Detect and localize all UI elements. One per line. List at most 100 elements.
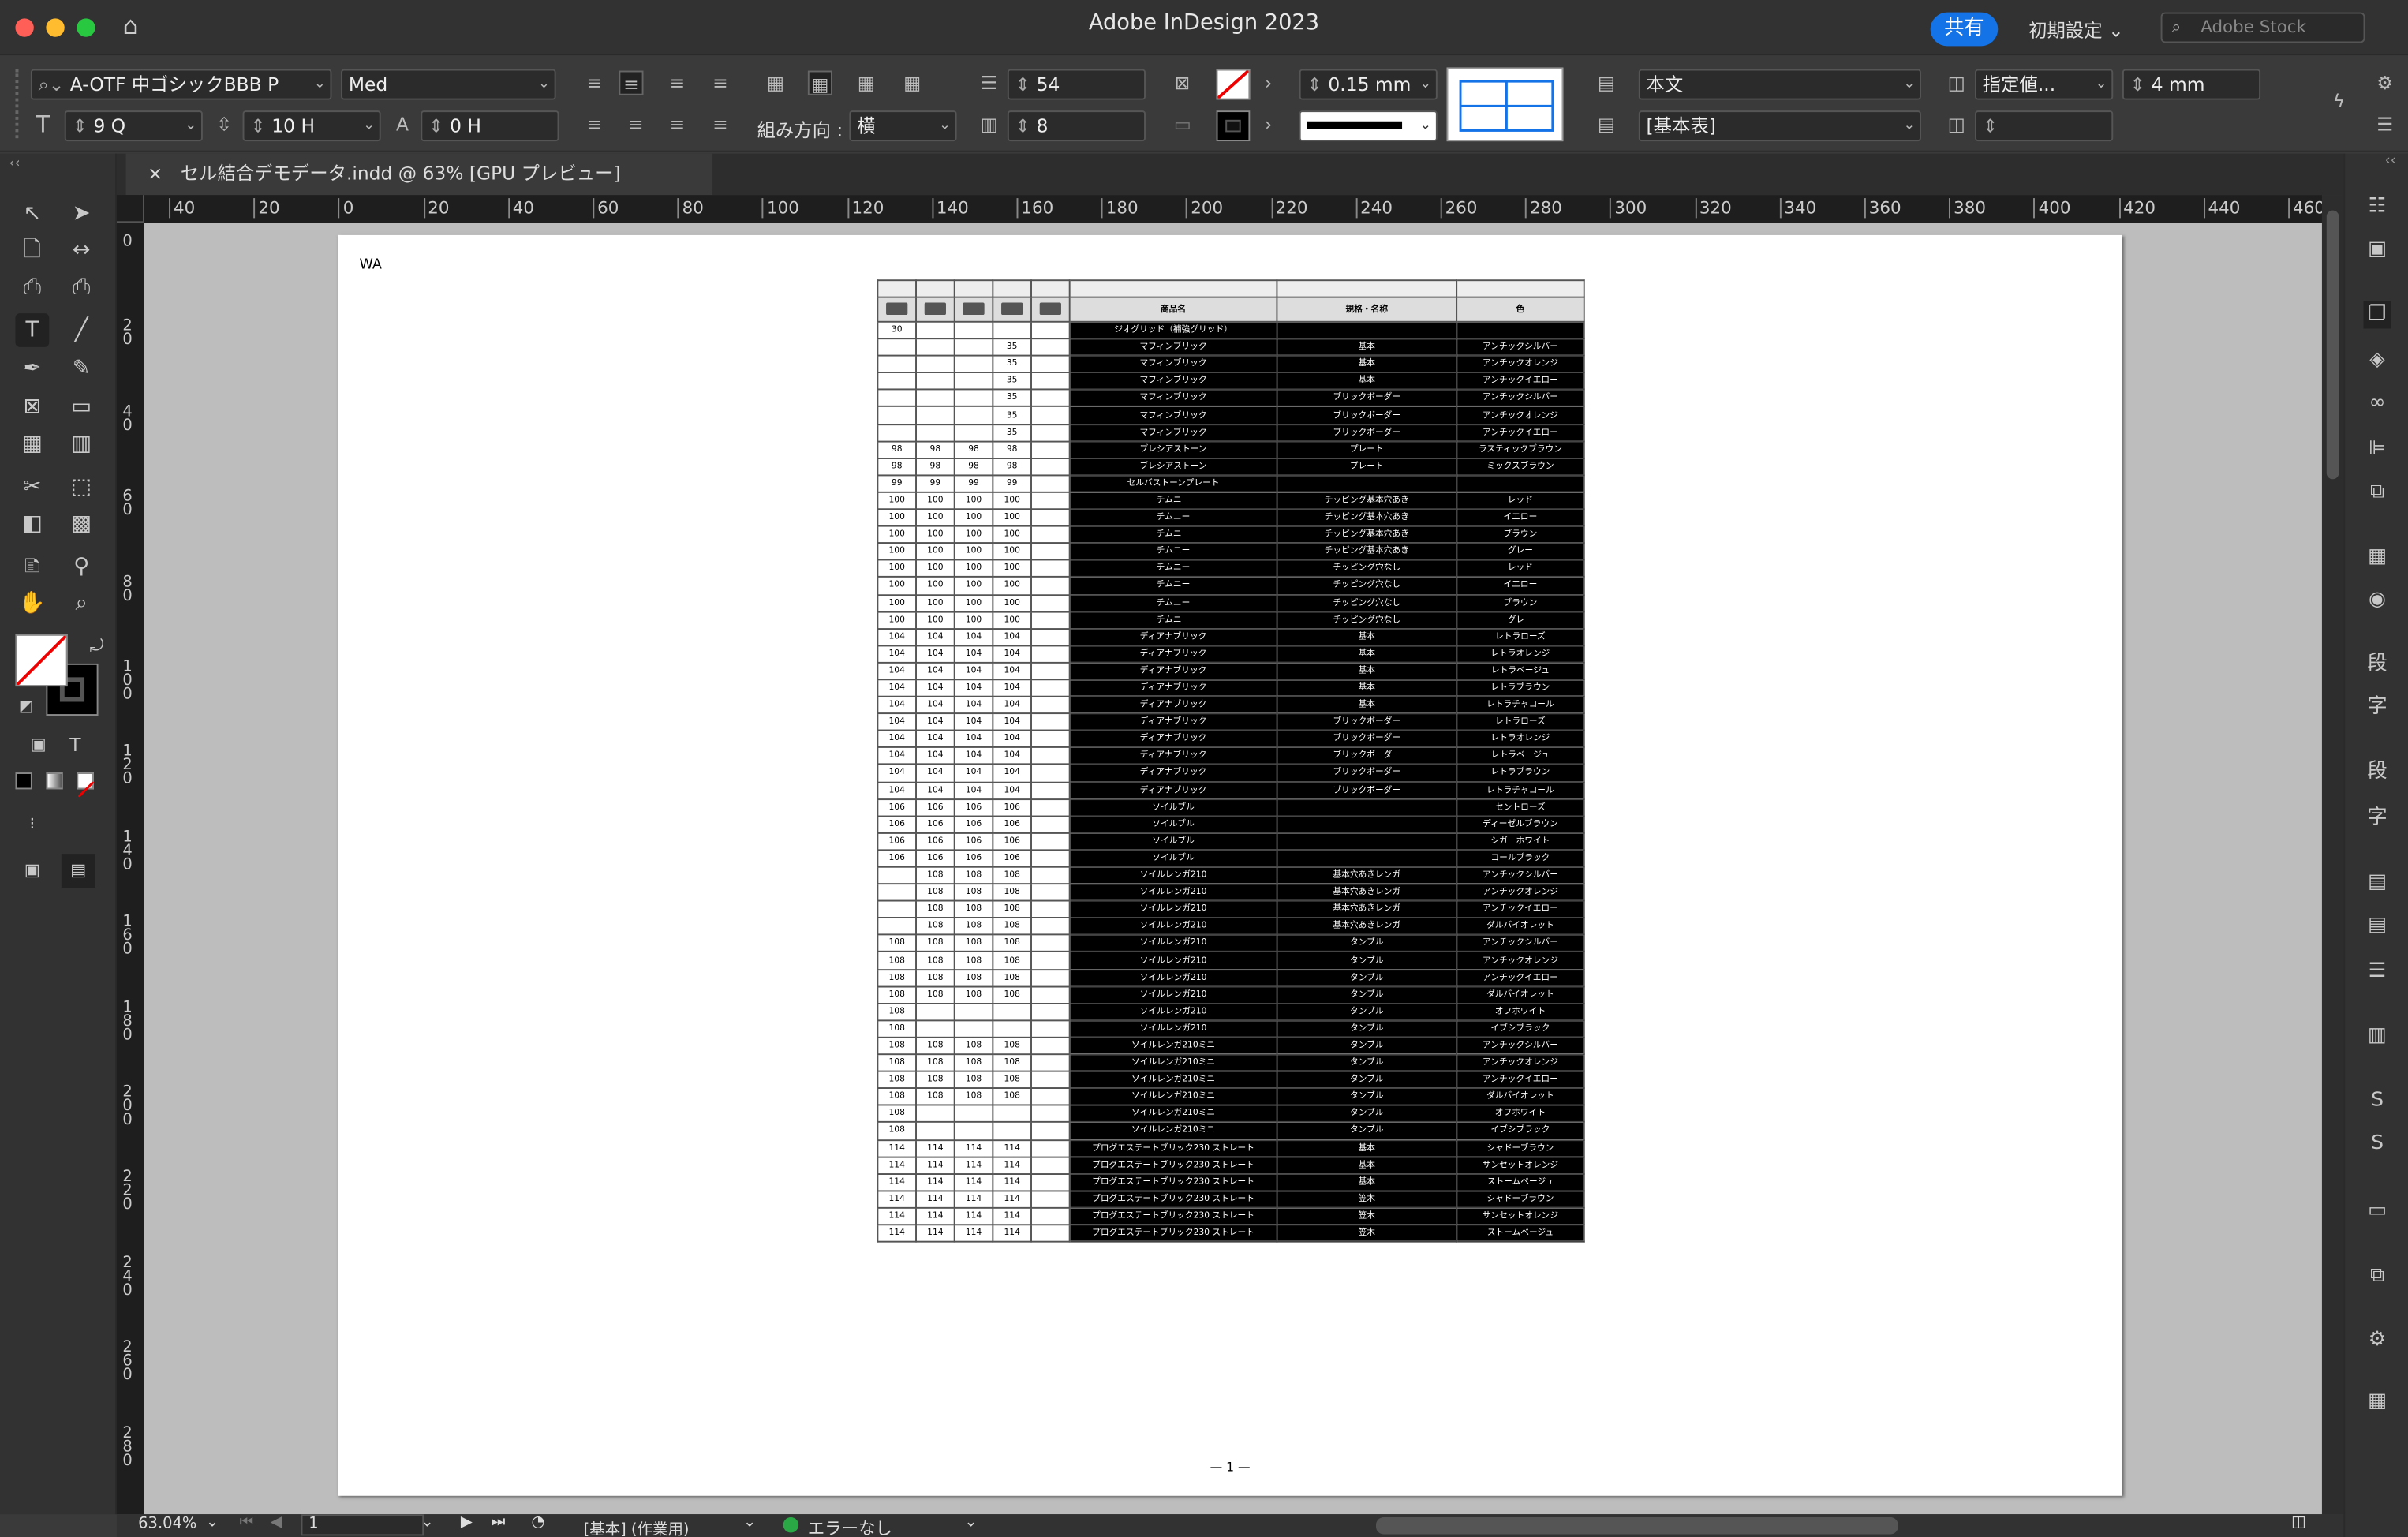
table-cell[interactable]: 104 bbox=[877, 627, 918, 647]
line-tool-icon[interactable]: ╱ bbox=[65, 313, 99, 347]
table-cell[interactable]: 基本 bbox=[1276, 354, 1458, 374]
table-cell[interactable]: セルバストーンプレート bbox=[1068, 474, 1278, 493]
table-cell[interactable]: 35 bbox=[992, 389, 1032, 408]
table-panel-icon[interactable]: ☰ bbox=[2364, 959, 2391, 986]
table-cell[interactable]: 106 bbox=[992, 849, 1032, 868]
table-cell[interactable]: ソイルレンガ210 bbox=[1068, 985, 1278, 1004]
table-cell[interactable]: ソイルブル bbox=[1068, 814, 1278, 834]
stepper-icon[interactable]: ⇕ bbox=[1983, 115, 1999, 136]
table-cell[interactable] bbox=[1030, 406, 1071, 425]
table-cell[interactable] bbox=[915, 338, 955, 357]
table-cell[interactable] bbox=[1030, 780, 1071, 800]
cell-align-center-icon[interactable]: ▦ bbox=[807, 70, 832, 95]
table-cell[interactable] bbox=[1030, 730, 1071, 749]
table-cell[interactable]: 100 bbox=[953, 542, 994, 562]
text-wrap-icon[interactable]: ▥ bbox=[2364, 1023, 2391, 1050]
table-cell[interactable]: 100 bbox=[953, 593, 994, 612]
normal-view-icon[interactable]: ▣ bbox=[15, 854, 49, 888]
table-cell[interactable]: 108 bbox=[992, 866, 1032, 885]
font-family-field[interactable]: ⌕⌄ A-OTF 中ゴシックBBB P ⌄ bbox=[30, 69, 332, 100]
table-cell[interactable]: アンチックイエロー bbox=[1456, 372, 1585, 391]
table-cell[interactable]: 106 bbox=[992, 814, 1032, 834]
table-cell[interactable]: オフホワイト bbox=[1456, 1105, 1585, 1124]
table-cell[interactable] bbox=[1030, 951, 1071, 970]
table-cell[interactable] bbox=[915, 372, 955, 391]
table-cell[interactable] bbox=[992, 1002, 1032, 1022]
table-cell[interactable]: 104 bbox=[953, 645, 994, 664]
table-cell[interactable]: 104 bbox=[953, 764, 994, 783]
table-cell[interactable]: ブリックボーダー bbox=[1276, 730, 1458, 749]
table-cell[interactable] bbox=[915, 406, 955, 425]
table-cell[interactable]: 100 bbox=[992, 576, 1032, 596]
table-cell[interactable] bbox=[992, 1121, 1032, 1141]
table-cell[interactable]: プログエステートブリック230 ストレート bbox=[1068, 1155, 1278, 1175]
table-cell[interactable]: シガーホワイト bbox=[1456, 832, 1585, 851]
rectangle-tool-icon[interactable]: ▭ bbox=[65, 390, 99, 424]
table-cell[interactable] bbox=[1030, 695, 1071, 715]
table-cell[interactable]: 104 bbox=[992, 679, 1032, 697]
scripts-icon[interactable]: ⚙ bbox=[2364, 1327, 2391, 1355]
cell-align-top-icon[interactable]: ▦ bbox=[763, 71, 787, 95]
merge-cells-icon[interactable]: ⊠ bbox=[1170, 71, 1195, 95]
table-cell[interactable]: 104 bbox=[915, 712, 955, 731]
table-cell[interactable]: 100 bbox=[877, 508, 918, 527]
table-cell[interactable]: チッピング基本穴あき bbox=[1276, 525, 1458, 544]
paragraph-style-select[interactable]: 本文 ⌄ bbox=[1638, 69, 1921, 100]
table-cell[interactable] bbox=[1030, 525, 1071, 544]
table-cell[interactable] bbox=[1030, 1139, 1071, 1157]
table-cell[interactable]: レトラチャコール bbox=[1456, 695, 1585, 715]
table-cell[interactable] bbox=[1030, 1002, 1071, 1022]
table-cell[interactable]: ディアナブリック bbox=[1068, 712, 1278, 731]
table-cell[interactable]: ブリックボーダー bbox=[1276, 780, 1458, 800]
table-cell[interactable] bbox=[1030, 1172, 1071, 1191]
table-cell[interactable]: 108 bbox=[953, 1070, 994, 1090]
table-cell[interactable]: ソイルレンガ210 bbox=[1068, 951, 1278, 970]
table-cell[interactable]: タンブル bbox=[1276, 1002, 1458, 1022]
table-cell[interactable]: チムニー bbox=[1068, 610, 1278, 630]
table-cell[interactable] bbox=[1276, 849, 1458, 868]
next-page-icon[interactable]: ▶ bbox=[461, 1514, 473, 1531]
table-cell[interactable]: チッピング穴なし bbox=[1276, 559, 1458, 578]
table-cell[interactable]: 108 bbox=[915, 1036, 955, 1056]
table-cell[interactable] bbox=[1030, 593, 1071, 612]
table-cell[interactable] bbox=[953, 338, 994, 357]
table-cell[interactable]: 108 bbox=[953, 1053, 994, 1072]
table-cell[interactable]: アンチックイエロー bbox=[1456, 968, 1585, 987]
table-cell[interactable]: 98 bbox=[953, 457, 994, 477]
panel-menu-icon[interactable]: ☰ bbox=[2372, 112, 2397, 136]
preflight-status[interactable]: エラーなし bbox=[808, 1516, 892, 1537]
table-cell[interactable]: ディアナブリック bbox=[1068, 746, 1278, 766]
table-cell[interactable]: 104 bbox=[877, 780, 918, 800]
cell-stroke-proxy[interactable] bbox=[1446, 67, 1564, 142]
table-cell[interactable]: マフィンブリック bbox=[1068, 389, 1278, 408]
data-merge-icon[interactable]: ▦ bbox=[2364, 1389, 2391, 1416]
columns-field[interactable]: ⇕ 8 bbox=[1007, 110, 1146, 142]
chevron-down-icon[interactable]: ⌄ bbox=[743, 1514, 756, 1531]
table-cell[interactable]: 106 bbox=[877, 814, 918, 834]
default-fill-stroke-icon[interactable]: ◩ bbox=[9, 691, 43, 725]
share-button[interactable]: 共有 bbox=[1930, 12, 1999, 47]
table-cell[interactable] bbox=[953, 1002, 994, 1022]
table-header-cell[interactable] bbox=[953, 296, 994, 323]
table-cell[interactable] bbox=[1030, 439, 1071, 459]
table-cell[interactable]: マフィンブリック bbox=[1068, 338, 1278, 357]
table-cell[interactable]: 基本 bbox=[1276, 338, 1458, 357]
table-cell[interactable]: アンチックシルバー bbox=[1456, 934, 1585, 953]
zoom-tool-icon[interactable]: ⌕ bbox=[65, 587, 99, 621]
table-cell[interactable]: 108 bbox=[992, 1036, 1032, 1056]
gap-tool-icon[interactable]: ↔ bbox=[65, 234, 99, 267]
table-cell[interactable]: 104 bbox=[953, 730, 994, 749]
table-header-cell[interactable] bbox=[992, 296, 1032, 323]
table-cell[interactable] bbox=[1030, 389, 1071, 408]
table-cell[interactable]: 108 bbox=[953, 985, 994, 1004]
pen-tool-icon[interactable]: ✒ bbox=[15, 352, 49, 386]
table-cell[interactable]: レッド bbox=[1456, 491, 1585, 510]
table-cell[interactable]: 108 bbox=[877, 985, 918, 1004]
vertical-scroll-thumb[interactable] bbox=[2326, 210, 2339, 480]
table-cell[interactable]: 104 bbox=[877, 645, 918, 664]
table-cell[interactable]: 基本 bbox=[1276, 1172, 1458, 1191]
cell-styles-icon[interactable]: ▤ bbox=[2364, 869, 2391, 897]
table-cell[interactable]: 基本 bbox=[1276, 645, 1458, 664]
ruler-origin[interactable] bbox=[116, 195, 144, 223]
table-cell[interactable] bbox=[1030, 279, 1071, 298]
